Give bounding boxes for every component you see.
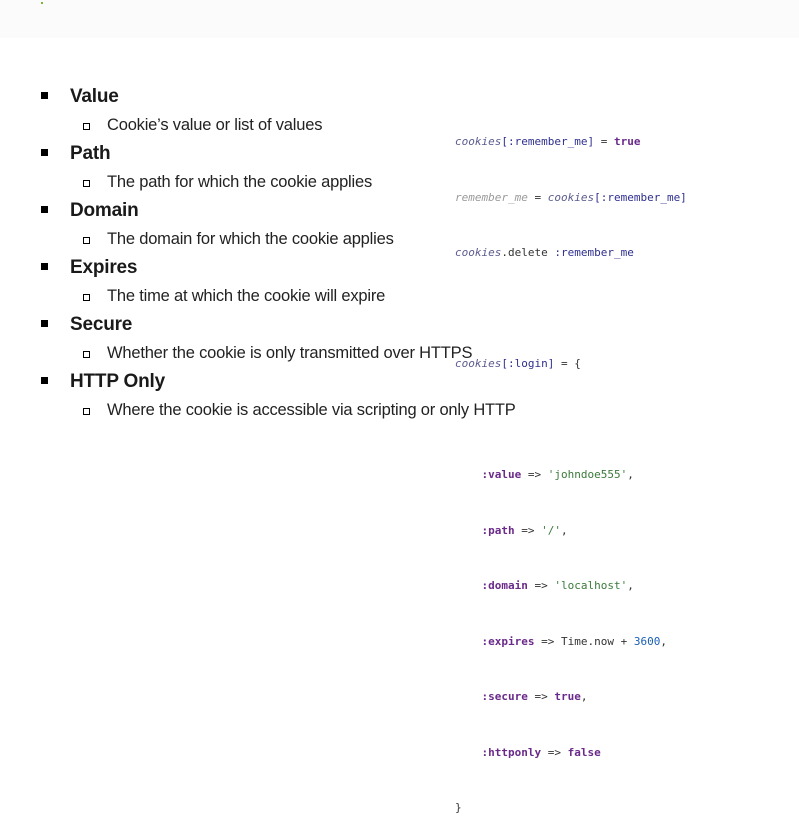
option-detail: The path for which the cookie applies	[107, 173, 373, 191]
option-heading: HTTP Only	[70, 371, 165, 392]
option-heading: Path	[70, 143, 111, 164]
hollow-square-bullet-icon	[83, 408, 90, 415]
option-heading: Domain	[70, 200, 139, 221]
option-detail: Whether the cookie is only transmitted o…	[107, 344, 473, 362]
option-heading: Secure	[70, 314, 133, 335]
code-line: cookies[:login] = {	[455, 357, 581, 370]
filled-square-bullet-icon	[41, 263, 48, 270]
code-line: :domain => 'localhost',	[481, 579, 634, 592]
filled-square-bullet-icon	[41, 377, 48, 384]
code-line: :httponly => false	[481, 745, 601, 759]
filled-square-bullet-icon	[41, 92, 48, 99]
filled-square-bullet-icon	[41, 206, 48, 213]
code-line: :path => '/',	[481, 523, 568, 537]
slide-top-band	[0, 0, 799, 38]
hollow-square-bullet-icon	[83, 123, 90, 130]
hollow-square-bullet-icon	[83, 351, 90, 358]
option-detail: The time at which the cookie will expire	[107, 287, 386, 305]
hollow-square-bullet-icon	[83, 237, 90, 244]
option-heading: Expires	[70, 257, 138, 278]
hollow-square-bullet-icon	[83, 294, 90, 301]
option-detail: Cookie’s value or list of values	[107, 116, 323, 134]
code-line: cookies.delete :remember_me	[455, 246, 634, 259]
code-line: remember_me = cookies[:remember_me]	[455, 190, 687, 204]
code-line: :secure => true,	[481, 690, 588, 703]
option-detail: The domain for which the cookie applies	[107, 230, 394, 248]
code-line: :expires => Time.now + 3600,	[481, 634, 667, 648]
filled-square-bullet-icon	[41, 149, 48, 156]
corner-mark	[41, 2, 43, 4]
code-sample: cookies[:remember_me] = true remember_me…	[455, 96, 687, 836]
filled-square-bullet-icon	[41, 320, 48, 327]
code-line: cookies[:remember_me] = true	[455, 135, 641, 148]
hollow-square-bullet-icon	[83, 180, 90, 187]
option-heading: Value	[70, 86, 119, 107]
code-line: }	[455, 801, 462, 814]
